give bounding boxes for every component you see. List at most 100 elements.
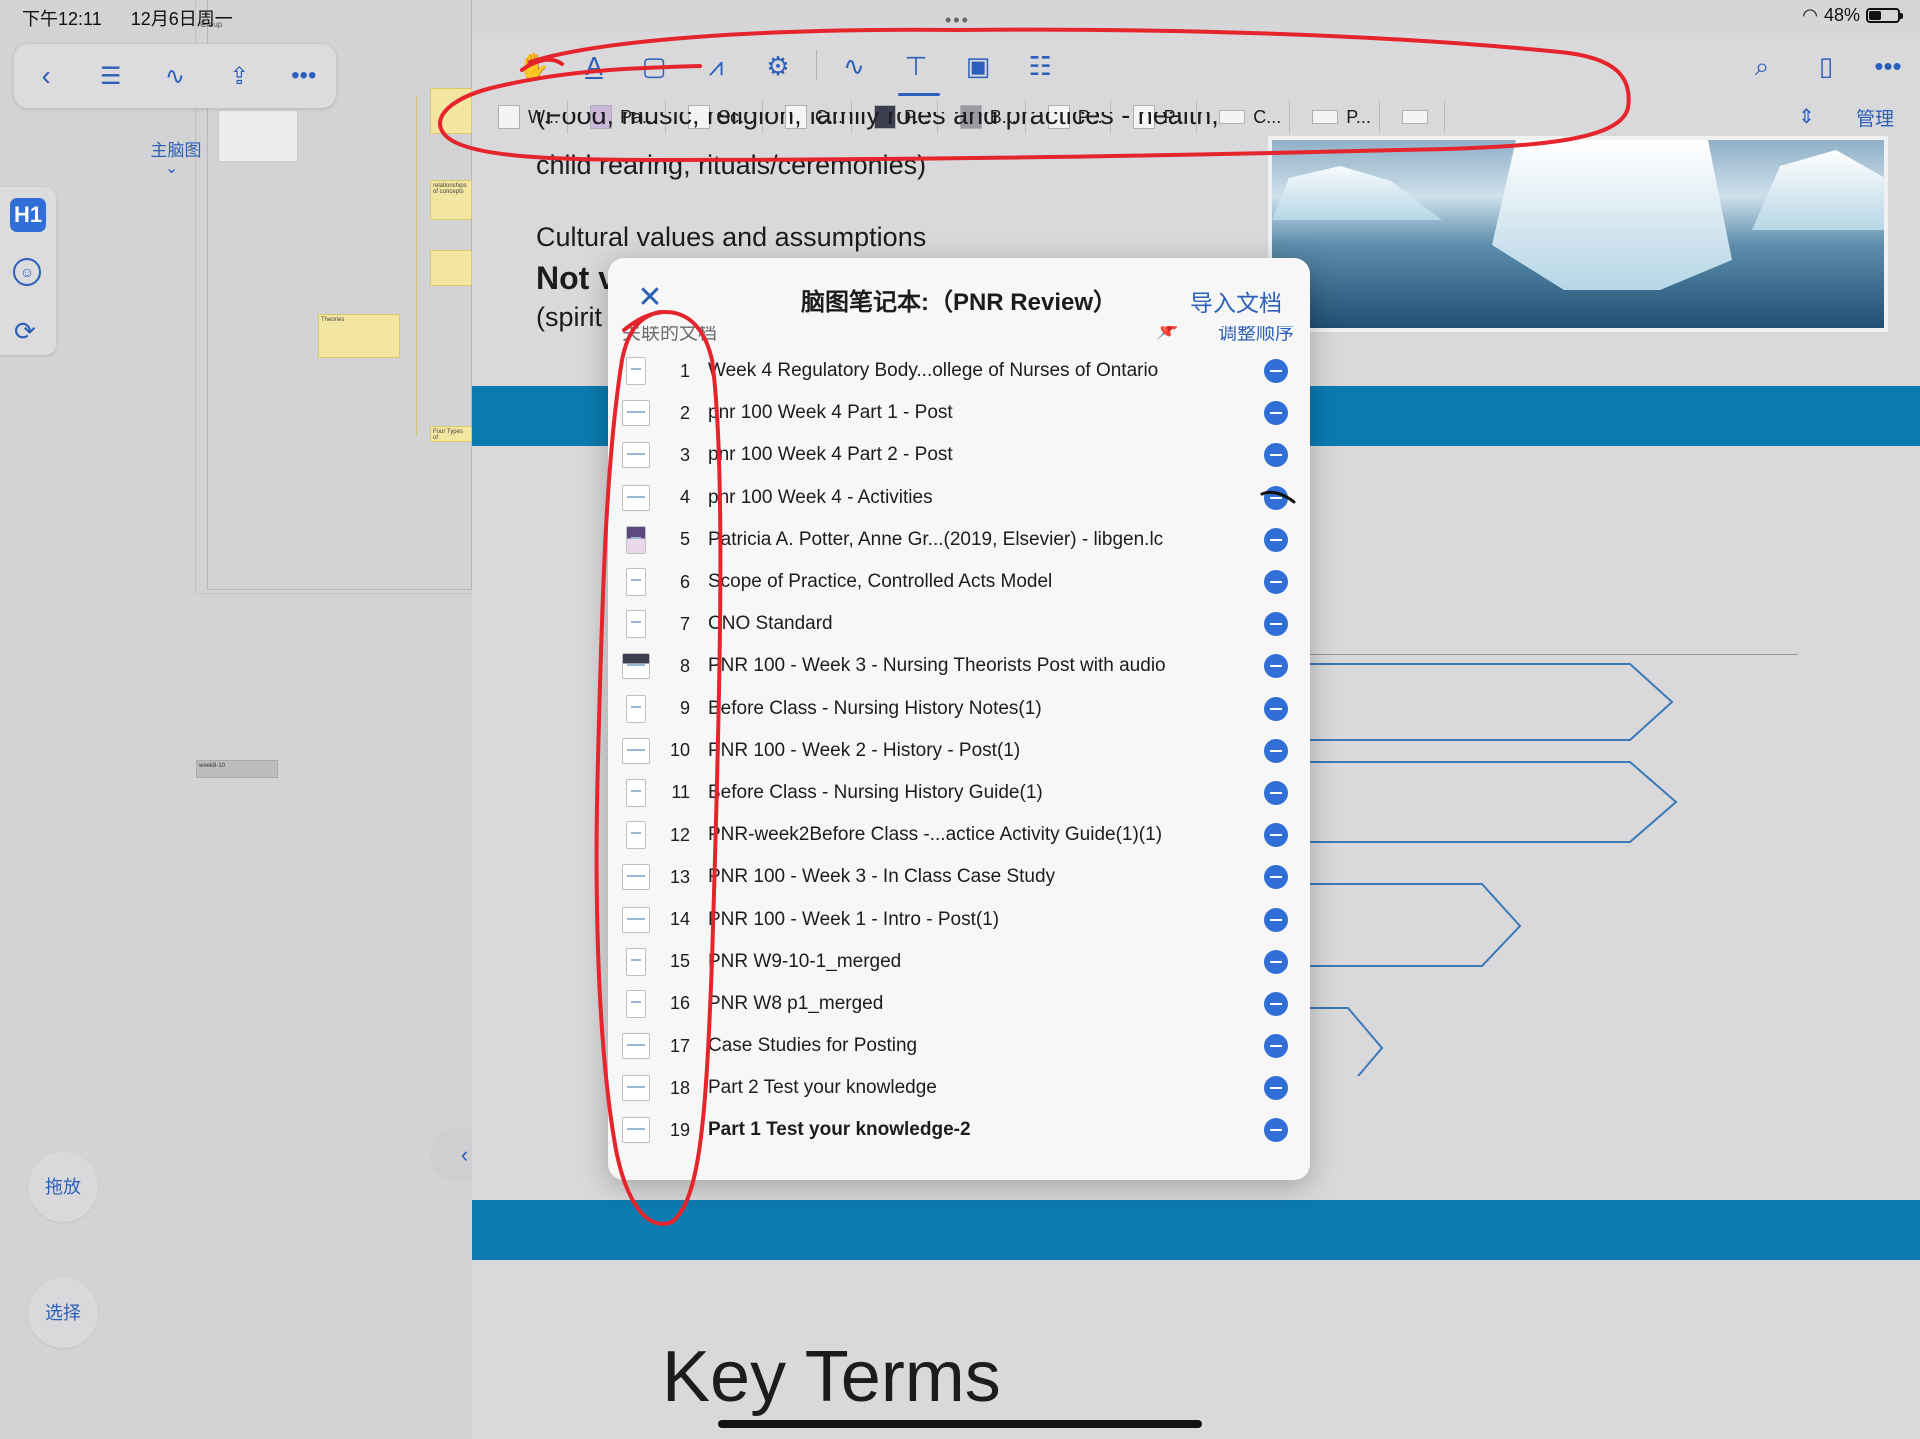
remove-document-icon[interactable] (1264, 443, 1288, 468)
document-row[interactable]: 15 PNR W9-10-1_merged (608, 941, 1310, 983)
ink-pen-icon[interactable]: ∿ (836, 48, 872, 84)
document-row[interactable]: 9 Before Class - Nursing History Notes(1) (608, 688, 1310, 730)
remove-document-icon[interactable] (1264, 612, 1288, 637)
document-row[interactable]: 8 PNR 100 - Week 3 - Nursing Theorists Po… (608, 645, 1310, 687)
pin-icon[interactable]: 📌 (1156, 326, 1178, 341)
multitask-dots-icon[interactable]: ••• (945, 10, 970, 31)
search-icon[interactable]: ⌕ (1744, 48, 1780, 84)
manage-tabs-button[interactable]: 管理 (1856, 104, 1894, 131)
document-row[interactable]: 19 Part 1 Test your knowledge-2 (608, 1109, 1310, 1151)
select-button[interactable]: 选择 (28, 1278, 98, 1348)
slide-bold-text: Not v (536, 260, 616, 296)
sort-arrows-icon[interactable]: ⇕ (1798, 104, 1815, 129)
remove-document-icon[interactable] (1264, 1034, 1288, 1059)
slide-key-terms: Key Terms (662, 1337, 1001, 1417)
remove-document-icon[interactable] (1264, 401, 1288, 426)
text-box-icon[interactable]: ⊤ (898, 48, 934, 84)
document-thumbnail (622, 1033, 650, 1060)
document-row[interactable]: 3 pnr 100 Week 4 Part 2 - Post (608, 434, 1310, 476)
remove-document-icon[interactable] (1264, 991, 1288, 1016)
document-row[interactable]: 1 Week 4 Regulatory Body...ollege of Nurs… (608, 350, 1310, 392)
remove-document-icon[interactable] (1264, 738, 1288, 763)
document-title: pnr 100 Week 4 Part 2 - Post (708, 444, 953, 466)
document-row[interactable]: 13 PNR 100 - Week 3 - In Class Case Study (608, 856, 1310, 898)
document-row[interactable]: 7 CNO Standard (608, 603, 1310, 645)
sticker-icon[interactable]: ☺ (13, 258, 41, 286)
remove-document-icon[interactable] (1264, 696, 1288, 721)
linked-docs-subheader: 关联的文档 📌 调整顺序 (608, 326, 1310, 350)
image-icon[interactable]: ▣ (960, 48, 996, 84)
more-icon[interactable]: ••• (1870, 48, 1906, 84)
tab-thumbnail (1312, 110, 1339, 124)
document-row[interactable]: 4 pnr 100 Week 4 - Activities (608, 477, 1310, 519)
remove-document-icon[interactable] (1264, 1118, 1288, 1143)
mindmap-node[interactable] (430, 250, 472, 286)
mindmap-node-week8-10[interactable]: week8-10 (196, 760, 278, 778)
document-row[interactable]: 2 pnr 100 Week 4 Part 1 - Post (608, 392, 1310, 434)
document-row[interactable]: 11 Before Class - Nursing History Guide(1… (608, 772, 1310, 814)
remove-document-icon[interactable] (1264, 1076, 1288, 1101)
document-title: pnr 100 Week 4 - Activities (708, 486, 933, 508)
document-row[interactable]: 14 PNR 100 - Week 1 - Intro - Post(1) (608, 898, 1310, 940)
remove-document-icon[interactable] (1264, 907, 1288, 932)
remove-document-icon[interactable] (1264, 823, 1288, 848)
document-row[interactable]: 12 PNR-week2Before Class -...actice Activ… (608, 814, 1310, 856)
more-icon[interactable]: ••• (282, 62, 326, 90)
list-box-icon[interactable]: ☷ (1022, 48, 1058, 84)
share-icon[interactable]: ⇪ (217, 62, 261, 91)
slide-text-line2: child rearing, rituals/ceremonies) (536, 150, 927, 180)
chevron-down-icon[interactable]: ⌄ (165, 158, 178, 178)
remove-document-icon[interactable] (1264, 949, 1288, 974)
mindmap-node-theories[interactable]: Theories (318, 314, 400, 358)
remove-document-icon[interactable] (1264, 865, 1288, 890)
document-title: Patricia A. Potter, Anne Gr...(2019, Els… (708, 528, 1164, 550)
document-tab[interactable] (1394, 100, 1445, 134)
document-thumbnail (622, 906, 650, 933)
rect-select-icon[interactable]: ▢ (636, 48, 672, 84)
ink-pen-icon[interactable]: ∿ (153, 62, 197, 91)
document-title: PNR W8 p1_merged (708, 992, 884, 1014)
settings-gear-icon[interactable]: ⚙ (760, 48, 796, 84)
mindmap-node-four-types[interactable]: Four Types of (430, 426, 472, 442)
document-thumbnail (622, 1117, 650, 1144)
remove-document-icon[interactable] (1264, 780, 1288, 805)
document-number: 4 (679, 487, 690, 508)
document-number: 9 (679, 698, 690, 719)
sync-icon[interactable]: ⟳ (14, 316, 36, 347)
mindmap-connector (416, 96, 417, 436)
reorder-button[interactable]: 调整顺序 (1218, 326, 1294, 345)
document-title: Case Studies for Posting (708, 1035, 918, 1057)
mindmap-node-relationships[interactable]: relationships of concepts (430, 180, 472, 220)
document-number: 5 (679, 529, 690, 550)
remove-document-icon[interactable] (1264, 654, 1288, 679)
mindmap-node[interactable] (430, 88, 472, 134)
document-row[interactable]: 10 PNR 100 - Week 2 - History - Post(1) (608, 730, 1310, 772)
document-number: 7 (679, 613, 690, 634)
remove-document-icon[interactable] (1264, 485, 1288, 510)
remove-document-icon[interactable] (1264, 527, 1288, 552)
mindmap-node[interactable] (218, 110, 298, 162)
ink-chart-icon[interactable]: ⩘ (698, 48, 734, 84)
text-highlight-icon[interactable]: A (576, 48, 612, 84)
drag-button[interactable]: 拖放 (28, 1152, 98, 1222)
bookmark-icon[interactable]: ▯ (1808, 48, 1844, 84)
remove-document-icon[interactable] (1264, 570, 1288, 595)
document-thumbnail (626, 821, 646, 850)
document-thumbnail (626, 357, 646, 386)
document-row[interactable]: 17 Case Studies for Posting (608, 1025, 1310, 1067)
document-tab[interactable]: P... (1304, 100, 1380, 134)
heading-h1-icon[interactable]: H1 (10, 198, 46, 232)
document-number: 18 (669, 1077, 690, 1098)
remove-document-icon[interactable] (1264, 359, 1288, 384)
list-icon[interactable]: ☰ (89, 62, 133, 91)
document-number: 11 (671, 782, 690, 803)
document-row[interactable]: 18 Part 2 Test your knowledge (608, 1067, 1310, 1109)
wifi-icon: ◠ (1802, 5, 1818, 25)
document-row[interactable]: 6 Scope of Practice, Controlled Acts Mode… (608, 561, 1310, 603)
document-row[interactable]: 5 Patricia A. Potter, Anne Gr...(2019, El… (608, 519, 1310, 561)
import-document-button[interactable]: 导入文档 (1190, 284, 1282, 318)
document-number: 3 (679, 444, 690, 465)
document-row[interactable]: 16 PNR W8 p1_merged (608, 983, 1310, 1025)
hand-icon[interactable]: ✋ (516, 48, 552, 84)
back-chevron-icon[interactable]: ‹ (24, 60, 68, 92)
